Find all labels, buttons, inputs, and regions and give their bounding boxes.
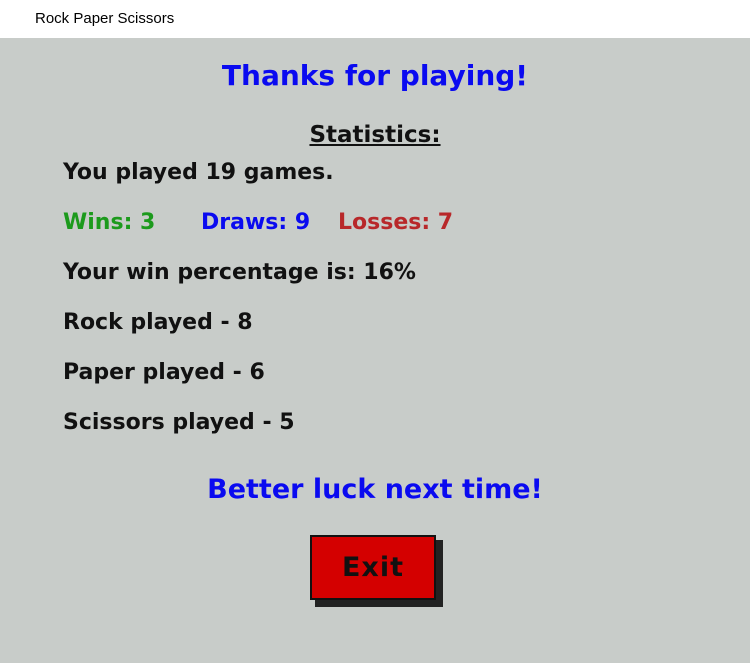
statistics-title: Statistics: <box>309 122 441 148</box>
window-title: Rock Paper Scissors <box>35 10 175 27</box>
losses-count: Losses: 7 <box>338 210 454 235</box>
paper-played-text: Paper played - 6 <box>63 360 265 385</box>
window-titlebar[interactable]: Rock Paper Scissors <box>0 0 750 38</box>
games-played-text: You played 19 games. <box>63 160 334 185</box>
win-percentage-text: Your win percentage is: 16% <box>63 260 416 285</box>
rock-played-text: Rock played - 8 <box>63 310 253 335</box>
wins-count: Wins: 3 <box>63 210 156 235</box>
scissors-played-text: Scissors played - 5 <box>63 410 295 435</box>
thanks-heading: Thanks for playing! <box>221 59 529 92</box>
draws-count: Draws: 9 <box>201 210 311 235</box>
result-message: Better luck next time! <box>207 474 543 505</box>
exit-button[interactable]: Exit <box>310 535 436 600</box>
game-over-screen: Thanks for playing! Statistics: You play… <box>0 38 750 663</box>
